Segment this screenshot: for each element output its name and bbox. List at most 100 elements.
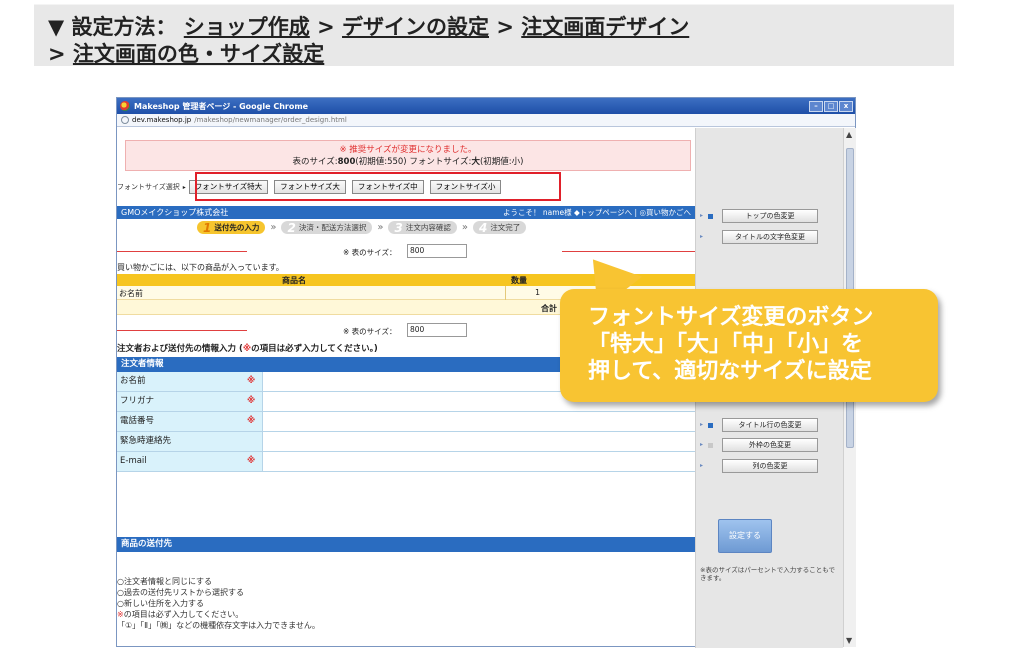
minimize-button[interactable]: – (809, 100, 823, 112)
callout-line-2: 「特大」「大」「中」「小」を (588, 332, 864, 357)
ship-option-same[interactable]: ○注文者情報と同じにする (117, 576, 320, 587)
field-furigana-label: フリガナ (117, 392, 263, 411)
required-mark: ※ (247, 416, 256, 426)
shop-name: GMOメイクショップ株式会社 (121, 208, 229, 217)
width-guide-right (562, 251, 695, 252)
form-title-mark: ※ (242, 344, 252, 354)
step-2: 2 決済・配送方法選択 (281, 220, 373, 235)
arrow-icon: ▸ (700, 233, 704, 240)
banner-sep: > (496, 15, 514, 39)
table-size-label-text: ※ 表のサイズ： (343, 327, 397, 336)
step-arrow-icon: » (270, 222, 277, 233)
col-quantity: 数量 (511, 276, 527, 285)
required-mark: ※ (117, 610, 124, 619)
ship-required-text: の項目は必ず入力してください。 (123, 610, 244, 619)
title-text-color-button[interactable]: タイトルの文字色変更 (722, 230, 818, 244)
callout-line-1: フォントサイズ変更のボタン (588, 305, 874, 330)
banner-crumb-order-design[interactable]: 注文画面デザイン (521, 15, 689, 39)
chrome-icon (120, 101, 130, 111)
color-swatch-icon (708, 423, 713, 428)
width-guide-left (117, 330, 247, 331)
step-1-label: 送付先の入力 (214, 223, 260, 232)
width-guide-left (117, 251, 247, 252)
arrow-icon: ▸ (700, 441, 704, 448)
banner-sep: > (317, 15, 335, 39)
banner-sep: > (48, 42, 66, 66)
banner-crumb-color-size[interactable]: 注文画面の色・サイズ設定 (73, 42, 324, 66)
notice-line-1: ※ 推奨サイズが変更になりました。 (339, 145, 477, 155)
color-swatch-icon (708, 214, 713, 219)
outer-frame-color-button[interactable]: 外枠の色変更 (722, 438, 818, 452)
globe-icon (121, 116, 129, 124)
shop-nav[interactable]: ようこそ！ name様 ◆トップページへ | ◎買い物かごへ (503, 207, 691, 218)
required-mark: ※ (247, 456, 256, 466)
column-color-button[interactable]: 列の色変更 (722, 459, 818, 473)
notice-font-size-label: (初期値:550) フォントサイズ: (355, 157, 472, 167)
table-size-input[interactable]: 800 (407, 323, 467, 337)
cart-message: 買い物かごには、以下の商品が入っています。 (117, 263, 284, 272)
field-emergency-label: 緊急時連絡先 (117, 432, 263, 451)
arrow-icon: ▸ (700, 421, 704, 428)
field-email-label: E-mail (117, 452, 263, 471)
step-4-num: 4 (478, 220, 488, 235)
arrow-icon: ▸ (700, 212, 704, 219)
field-phone[interactable]: 電話番号 ※ (117, 412, 695, 432)
step-4-label: 注文完了 (490, 223, 521, 232)
apply-settings-button[interactable]: 設定する (718, 519, 772, 553)
cart-item-qty: 1 (535, 288, 541, 297)
scroll-down-icon[interactable]: ▼ (846, 636, 852, 645)
scroll-up-icon[interactable]: ▲ (846, 130, 852, 139)
form-title-a: 注文者および送付先の情報入力 ( (117, 344, 243, 354)
step-4: 4 注文完了 (472, 220, 527, 235)
color-swatch-icon (708, 443, 713, 448)
section-shipping: 商品の送付先 (117, 537, 695, 552)
step-3: 3 注文内容確認 (388, 221, 457, 235)
ship-option-new[interactable]: ○新しい住所を入力する (117, 598, 320, 609)
step-1: 1 送付先の入力 (197, 220, 266, 235)
step-3-label: 注文内容確認 (405, 223, 451, 232)
step-arrow-icon: » (461, 222, 468, 233)
step-1-num: 1 (203, 220, 212, 235)
maximize-button[interactable]: □ (824, 100, 838, 112)
callout-text: フォントサイズ変更のボタン 「特大」「大」「中」「小」を 押して、適切なサイズに… (588, 304, 873, 385)
ship-option-history[interactable]: ○過去の送付先リストから選択する (117, 587, 320, 598)
banner-line-1: ▼ 設定方法： ショップ作成 > デザインの設定 > 注文画面デザイン (48, 11, 689, 41)
table-size-label: ※ 表のサイズ： (343, 247, 396, 258)
table-size-input[interactable]: 800 (407, 244, 467, 258)
top-color-button[interactable]: トップの色変更 (722, 209, 818, 223)
highlight-box (195, 172, 561, 201)
cart-item-name: お名前 (119, 289, 143, 298)
notice-table-size-label: 表のサイズ: (292, 157, 338, 167)
cart-divider (505, 286, 506, 300)
cart-total-label: 合計 (541, 304, 557, 313)
title-row-color-button[interactable]: タイトル行の色変更 (722, 418, 818, 432)
field-emergency[interactable]: 緊急時連絡先 (117, 432, 695, 452)
close-button[interactable]: x (839, 100, 853, 112)
table-size-label: ※ 表のサイズ： (343, 326, 396, 337)
field-name-label: お名前 (117, 372, 263, 391)
percent-note: ※表のサイズはパーセントで入力することもできます。 (700, 566, 835, 582)
step-2-num: 2 (287, 220, 296, 235)
required-mark: ※ (247, 376, 256, 386)
form-title-c: の項目は必ず入力してください。) (251, 344, 378, 354)
form-title: 注文者および送付先の情報入力 (※の項目は必ず入力してください。) (117, 342, 378, 354)
step-2-label: 決済・配送方法選択 (298, 223, 367, 232)
shipping-options: ○注文者情報と同じにする ○過去の送付先リストから選択する ○新しい住所を入力す… (117, 576, 320, 631)
address-path: /makeshop/newmanager/order_design.html (194, 116, 347, 124)
ship-required-note: ※の項目は必ず入力してください。 (117, 609, 320, 620)
callout-line-3: 押して、適切なサイズに設定 (588, 359, 872, 384)
window-titlebar: Makeshop 管理者ページ - Google Chrome – □ x (117, 98, 855, 114)
banner-crumb-design[interactable]: デザインの設定 (342, 15, 489, 39)
field-email[interactable]: E-mail ※ (117, 452, 695, 472)
arrow-icon: ▸ (700, 462, 704, 469)
window-controls: – □ x (809, 100, 853, 112)
window-title: Makeshop 管理者ページ - Google Chrome (134, 101, 309, 111)
order-steps: 1 送付先の入力 » 2 決済・配送方法選択 » 3 注文内容確認 » 4 注文完了 (117, 219, 695, 236)
notice-font-size-value: 大 (471, 157, 480, 167)
banner-prefix: ▼ 設定方法： (48, 15, 177, 39)
banner-line-2: > 注文画面の色・サイズ設定 (48, 38, 324, 68)
recommend-notice: ※ 推奨サイズが変更になりました。 表のサイズ:800(初期値:550) フォン… (125, 140, 691, 171)
address-bar[interactable]: dev.makeshop.jp/makeshop/newmanager/orde… (117, 114, 855, 127)
col-product-name: 商品名 (282, 276, 306, 285)
banner-crumb-shop[interactable]: ショップ作成 (184, 15, 310, 39)
